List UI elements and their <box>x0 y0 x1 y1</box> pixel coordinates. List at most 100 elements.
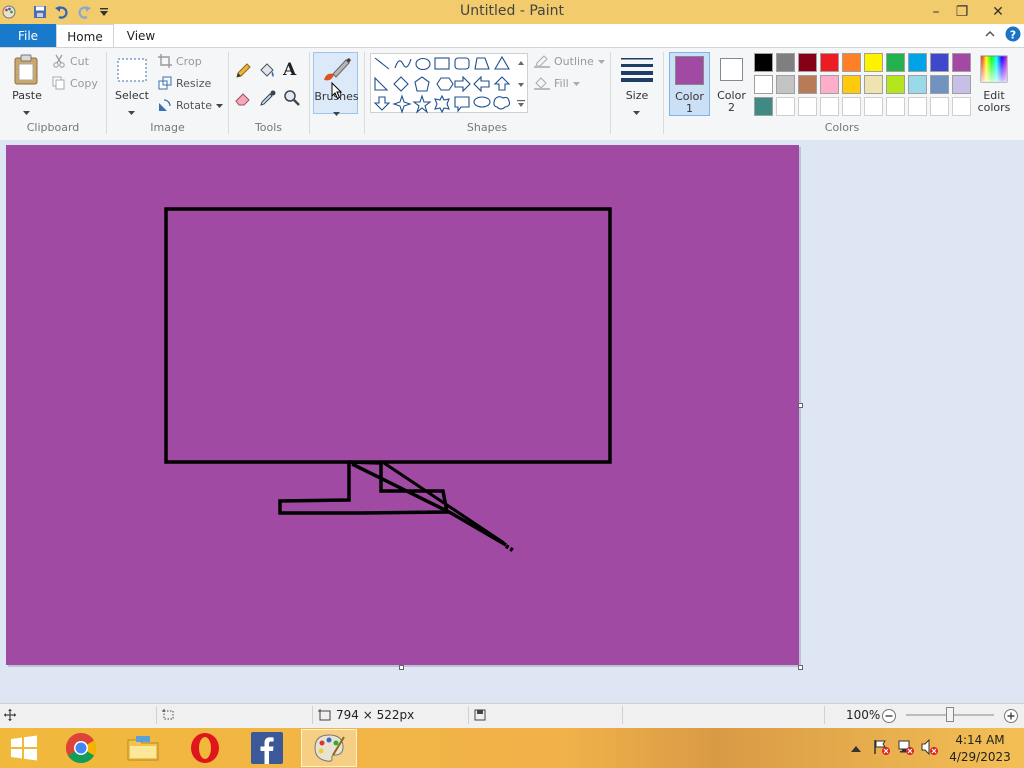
text-tool-icon[interactable]: A <box>283 60 296 80</box>
colors-group-label: Colors <box>824 121 860 134</box>
eraser-icon[interactable] <box>234 89 252 110</box>
palette-swatch[interactable] <box>820 53 839 72</box>
tab-file[interactable]: File <box>0 24 56 48</box>
palette-swatch[interactable] <box>864 53 883 72</box>
chevron-down-icon <box>633 105 640 119</box>
palette-swatch[interactable] <box>864 75 883 94</box>
save-icon[interactable] <box>31 3 49 21</box>
magnifier-icon[interactable] <box>283 89 301 110</box>
palette-custom-slot[interactable] <box>952 97 971 116</box>
chrome-icon <box>65 733 97 764</box>
palette-custom-slot[interactable] <box>798 97 817 116</box>
close-button[interactable]: ✕ <box>982 0 1014 24</box>
opera-taskbar-button[interactable] <box>181 730 229 766</box>
rounded-callout-shape-icon <box>454 96 470 113</box>
palette-custom-slot[interactable] <box>842 97 861 116</box>
palette-custom-slot[interactable] <box>930 97 949 116</box>
canvas-size-text: 794 × 522px <box>336 708 415 722</box>
palette-custom-slot[interactable] <box>820 97 839 116</box>
resize-handle-bottom[interactable] <box>399 665 404 670</box>
fill-button[interactable]: Fill <box>534 76 580 90</box>
palette-custom-slot[interactable] <box>886 97 905 116</box>
palette-swatch[interactable] <box>908 75 927 94</box>
palette-custom-slot[interactable] <box>864 97 883 116</box>
redo-icon[interactable] <box>75 3 93 21</box>
paint-app-icon[interactable] <box>0 3 18 21</box>
file-explorer-icon <box>127 736 159 761</box>
palette-swatch[interactable] <box>754 53 773 72</box>
five-point-star-shape-icon <box>412 94 432 114</box>
rounded-rectangle-shape-icon <box>454 57 470 70</box>
clock-time[interactable]: 4:14 AM <box>948 733 1012 747</box>
file-explorer-taskbar-button[interactable] <box>119 730 167 766</box>
crop-icon <box>158 54 172 68</box>
svg-text:?: ? <box>1010 29 1016 42</box>
facebook-taskbar-button[interactable] <box>243 730 291 766</box>
rotate-icon <box>158 98 172 112</box>
color-palette <box>754 53 974 117</box>
zoom-slider-thumb[interactable] <box>946 707 954 722</box>
resize-handle-right[interactable] <box>798 403 803 408</box>
copy-button[interactable]: Copy <box>52 76 98 90</box>
palette-swatch[interactable] <box>886 53 905 72</box>
tab-view[interactable]: View <box>118 24 164 48</box>
palette-swatch[interactable] <box>798 53 817 72</box>
palette-swatch[interactable] <box>776 53 795 72</box>
color1-button[interactable]: Color 1 <box>669 52 710 116</box>
rotate-button[interactable]: Rotate <box>158 98 224 112</box>
palette-swatch[interactable] <box>952 53 971 72</box>
color-picker-icon[interactable] <box>259 89 277 110</box>
palette-custom-slot[interactable] <box>776 97 795 116</box>
palette-swatch[interactable] <box>930 75 949 94</box>
drawing-canvas[interactable] <box>6 145 799 665</box>
maximize-button[interactable]: ❐ <box>946 0 978 24</box>
customize-quick-access-icon[interactable] <box>95 3 113 21</box>
crop-button[interactable]: Crop <box>158 54 202 68</box>
help-icon[interactable]: ? <box>1005 26 1021 45</box>
chrome-taskbar-button[interactable] <box>57 730 105 766</box>
action-center-flag-icon[interactable] <box>873 739 891 758</box>
status-separator <box>824 706 825 724</box>
chevron-down-icon <box>597 55 605 68</box>
palette-swatch[interactable] <box>952 75 971 94</box>
resize-button[interactable]: Resize <box>158 76 211 90</box>
scissors-icon <box>52 54 66 68</box>
size-button[interactable]: Size <box>615 52 659 115</box>
show-hidden-icons-button[interactable] <box>851 742 861 756</box>
resize-handle-corner[interactable] <box>798 665 803 670</box>
volume-icon[interactable] <box>921 738 939 758</box>
palette-swatch[interactable] <box>798 75 817 94</box>
clipboard-icon <box>14 54 38 85</box>
opera-icon <box>191 733 219 763</box>
zoom-out-button[interactable] <box>881 708 897 727</box>
palette-swatch[interactable] <box>776 75 795 94</box>
windows-logo-icon <box>11 735 37 761</box>
palette-custom-slot[interactable] <box>908 97 927 116</box>
ribbon-collapse-icon[interactable] <box>984 28 996 43</box>
windows-start-button[interactable] <box>0 730 48 766</box>
pencil-icon[interactable] <box>234 62 252 83</box>
select-button[interactable]: Select <box>113 52 151 115</box>
palette-swatch[interactable] <box>820 75 839 94</box>
palette-swatch[interactable] <box>886 75 905 94</box>
tab-home[interactable]: Home <box>56 24 114 48</box>
ribbon-separator <box>610 52 611 134</box>
clock-date[interactable]: 4/29/2023 <box>948 750 1012 764</box>
undo-icon[interactable] <box>53 3 71 21</box>
color2-button[interactable]: Color 2 <box>712 52 751 116</box>
palette-swatch[interactable] <box>754 75 773 94</box>
network-icon[interactable] <box>897 739 915 758</box>
palette-swatch[interactable] <box>930 53 949 72</box>
paint-taskbar-button[interactable] <box>301 729 357 767</box>
paste-button[interactable]: Paste <box>8 52 46 115</box>
edit-colors-button[interactable]: Edit colors <box>976 52 1012 116</box>
zoom-in-button[interactable] <box>1003 708 1019 727</box>
cut-button[interactable]: Cut <box>52 54 89 68</box>
palette-swatch[interactable] <box>908 53 927 72</box>
palette-swatch[interactable] <box>842 75 861 94</box>
palette-swatch[interactable] <box>754 97 773 116</box>
palette-swatch[interactable] <box>842 53 861 72</box>
polygon-shape-icon <box>474 57 490 70</box>
outline-button[interactable]: Outline <box>534 54 605 68</box>
fill-bucket-icon[interactable] <box>258 62 276 83</box>
